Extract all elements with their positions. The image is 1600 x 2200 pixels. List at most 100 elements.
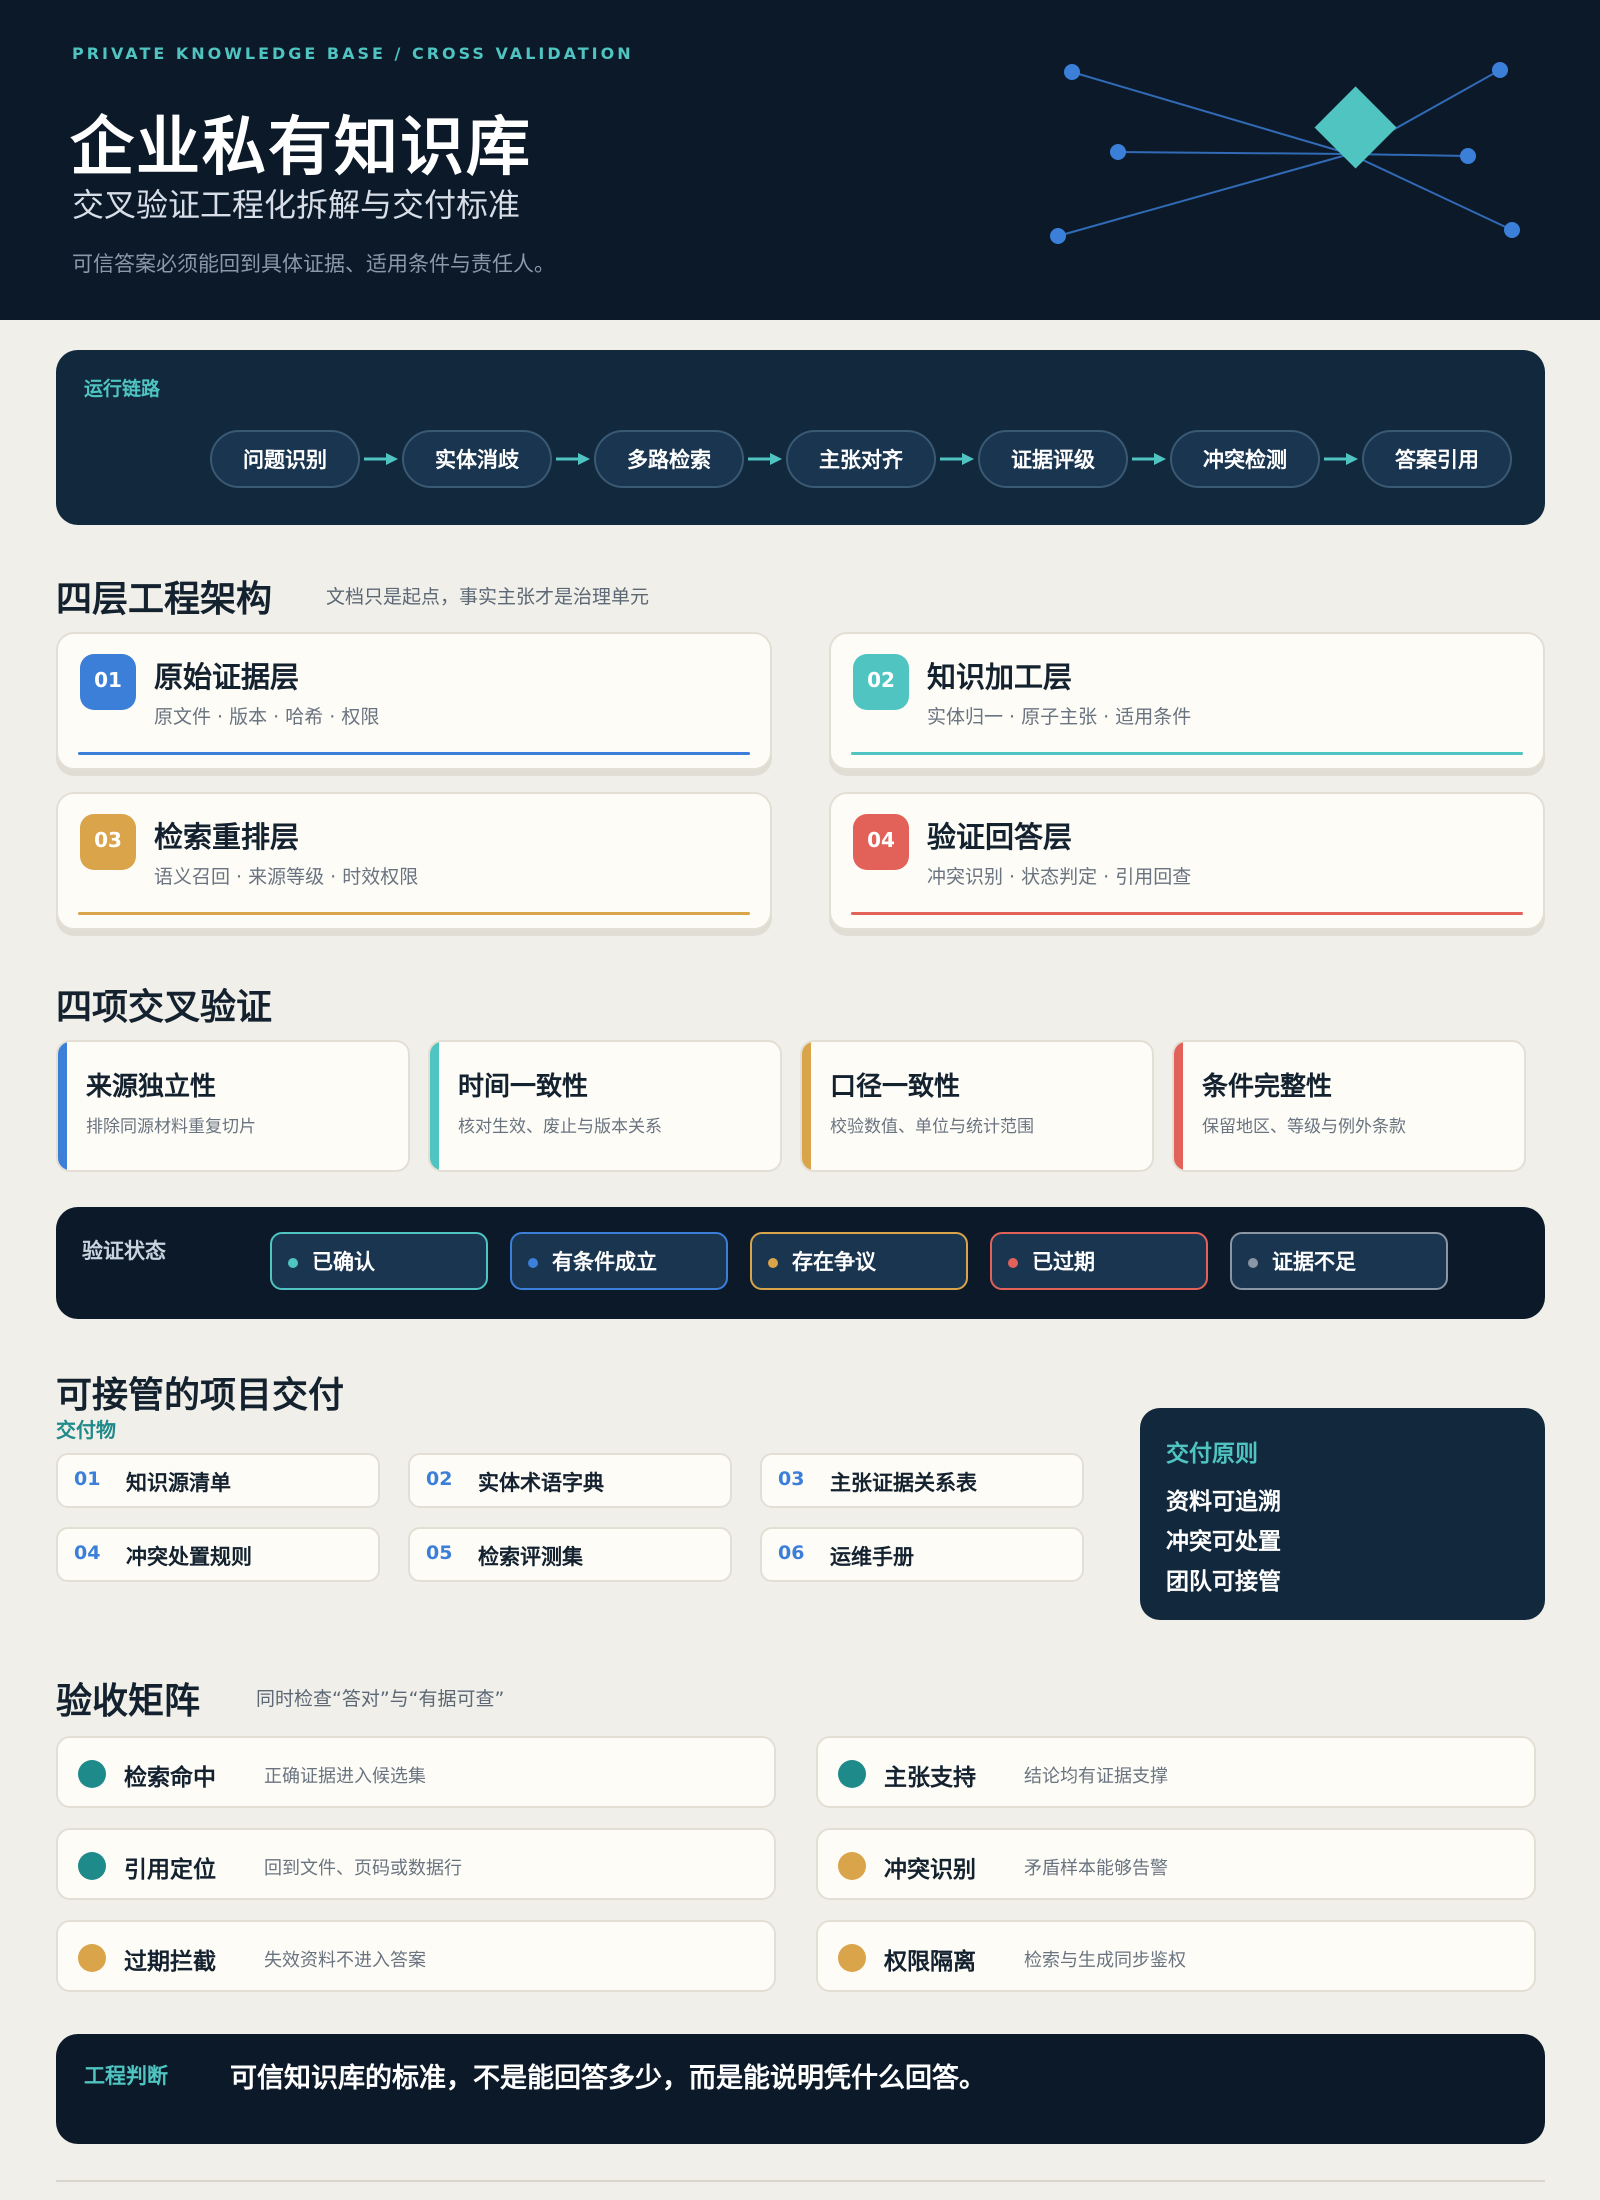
acceptance-item: 检索命中 正确证据进入候选集 bbox=[56, 1736, 776, 1808]
section-subtitle-layers: 文档只是起点，事实主张才是治理单元 bbox=[326, 586, 650, 608]
engineering-judgment-panel: 工程判断 可信知识库的标准，不是能回答多少，而是能说明凭什么回答。 bbox=[56, 2034, 1545, 2144]
deliverable-number: 02 bbox=[426, 1468, 453, 1490]
status-badge-label: 证据不足 bbox=[1272, 1250, 1356, 1274]
judgment-label: 工程判断 bbox=[84, 2064, 168, 2088]
pipeline-step: 问题识别 bbox=[210, 430, 360, 488]
arrow-right-icon bbox=[552, 430, 594, 488]
check-accent-bar bbox=[802, 1042, 811, 1170]
status-dot-icon bbox=[78, 1852, 106, 1880]
acceptance-item: 过期拦截 失效资料不进入答案 bbox=[56, 1920, 776, 1992]
deliverable-text: 冲突处置规则 bbox=[126, 1545, 252, 1569]
acceptance-name: 冲突识别 bbox=[884, 1857, 976, 1883]
status-dot-icon bbox=[288, 1258, 298, 1268]
principles-title: 交付原则 bbox=[1166, 1441, 1258, 1467]
layer-description: 冲突识别 · 状态判定 · 引用回查 bbox=[927, 866, 1192, 888]
check-description: 保留地区、等级与例外条款 bbox=[1202, 1117, 1406, 1137]
layer-number-badge: 02 bbox=[853, 654, 909, 710]
acceptance-item: 权限隔离 检索与生成同步鉴权 bbox=[816, 1920, 1536, 1992]
layer-card: 02 知识加工层 实体归一 · 原子主张 · 适用条件 bbox=[829, 632, 1545, 770]
acceptance-description: 失效资料不进入答案 bbox=[264, 1950, 426, 1971]
layer-accent-line bbox=[78, 752, 750, 755]
deliverable-item: 06 运维手册 bbox=[760, 1527, 1084, 1582]
layer-accent-line bbox=[78, 912, 750, 915]
status-badge: 证据不足 bbox=[1230, 1232, 1448, 1290]
status-dot-icon bbox=[528, 1258, 538, 1268]
acceptance-item: 冲突识别 矛盾样本能够告警 bbox=[816, 1828, 1536, 1900]
check-card: 条件完整性 保留地区、等级与例外条款 bbox=[1172, 1040, 1526, 1172]
status-badge: 有条件成立 bbox=[510, 1232, 728, 1290]
acceptance-name: 引用定位 bbox=[124, 1857, 216, 1883]
status-dot-icon bbox=[78, 1760, 106, 1788]
network-graph-icon bbox=[1050, 62, 1520, 244]
arrow-right-icon bbox=[1320, 430, 1362, 488]
layer-card: 01 原始证据层 原文件 · 版本 · 哈希 · 权限 bbox=[56, 632, 772, 770]
layer-card: 03 检索重排层 语义召回 · 来源等级 · 时效权限 bbox=[56, 792, 772, 930]
hero-eyebrow: PRIVATE KNOWLEDGE BASE / CROSS VALIDATIO… bbox=[72, 44, 634, 63]
layer-number-badge: 01 bbox=[80, 654, 136, 710]
validation-status-panel: 验证状态 已确认 有条件成立 存在争议 已过期 证据不足 bbox=[56, 1207, 1545, 1319]
check-title: 来源独立性 bbox=[86, 1072, 217, 1102]
section-title-acceptance: 验收矩阵 bbox=[56, 1681, 201, 1722]
layer-description: 语义召回 · 来源等级 · 时效权限 bbox=[154, 866, 419, 888]
check-accent-bar bbox=[58, 1042, 67, 1170]
section-subtitle-acceptance: 同时检查“答对”与“有据可查” bbox=[256, 1688, 505, 1710]
acceptance-name: 权限隔离 bbox=[884, 1949, 976, 1975]
acceptance-item: 主张支持 结论均有证据支撑 bbox=[816, 1736, 1536, 1808]
section-title-checks: 四项交叉验证 bbox=[56, 987, 273, 1028]
layer-title: 检索重排层 bbox=[154, 820, 300, 854]
acceptance-name: 主张支持 bbox=[884, 1765, 976, 1791]
status-badge: 已过期 bbox=[990, 1232, 1208, 1290]
principle-item: 团队可接管 bbox=[1166, 1569, 1281, 1595]
layer-title: 原始证据层 bbox=[154, 660, 300, 694]
delivery-principles-panel: 交付原则 资料可追溯 冲突可处置 团队可接管 bbox=[1140, 1408, 1545, 1620]
check-accent-bar bbox=[430, 1042, 439, 1170]
deliverable-item: 04 冲突处置规则 bbox=[56, 1527, 380, 1582]
section-title-layers: 四层工程架构 bbox=[56, 579, 273, 620]
layer-accent-line bbox=[851, 752, 1523, 755]
page-subtitle: 交叉验证工程化拆解与交付标准 bbox=[72, 186, 521, 224]
status-dot-icon bbox=[1008, 1258, 1018, 1268]
deliverable-text: 实体术语字典 bbox=[478, 1471, 604, 1495]
arrow-right-icon bbox=[1128, 430, 1170, 488]
deliverable-number: 03 bbox=[778, 1468, 805, 1490]
layer-title: 验证回答层 bbox=[927, 820, 1073, 854]
deliverable-number: 06 bbox=[778, 1542, 805, 1564]
status-badge-label: 已确认 bbox=[312, 1250, 375, 1274]
acceptance-description: 回到文件、页码或数据行 bbox=[264, 1858, 462, 1879]
check-title: 口径一致性 bbox=[830, 1072, 961, 1102]
layer-description: 实体归一 · 原子主张 · 适用条件 bbox=[927, 706, 1192, 728]
acceptance-description: 检索与生成同步鉴权 bbox=[1024, 1950, 1186, 1971]
acceptance-name: 检索命中 bbox=[124, 1765, 216, 1791]
check-accent-bar bbox=[1174, 1042, 1183, 1170]
acceptance-description: 矛盾样本能够告警 bbox=[1024, 1858, 1168, 1879]
check-description: 核对生效、废止与版本关系 bbox=[458, 1117, 662, 1137]
judgment-statement: 可信知识库的标准，不是能回答多少，而是能说明凭什么回答。 bbox=[230, 2063, 986, 2094]
pipeline-step: 主张对齐 bbox=[786, 430, 936, 488]
status-badge-label: 存在争议 bbox=[792, 1250, 876, 1274]
arrow-right-icon bbox=[360, 430, 402, 488]
check-card: 来源独立性 排除同源材料重复切片 bbox=[56, 1040, 410, 1172]
deliverable-text: 主张证据关系表 bbox=[830, 1471, 977, 1495]
status-badge: 已确认 bbox=[270, 1232, 488, 1290]
principle-item: 冲突可处置 bbox=[1166, 1529, 1281, 1555]
page-tagline: 可信答案必须能回到具体证据、适用条件与责任人。 bbox=[72, 252, 555, 276]
check-description: 校验数值、单位与统计范围 bbox=[830, 1117, 1034, 1137]
layer-description: 原文件 · 版本 · 哈希 · 权限 bbox=[154, 706, 380, 728]
deliverable-item: 02 实体术语字典 bbox=[408, 1453, 732, 1508]
deliverables-label: 交付物 bbox=[56, 1418, 116, 1442]
deliverable-text: 知识源清单 bbox=[126, 1471, 231, 1495]
section-title-delivery: 可接管的项目交付 bbox=[56, 1375, 345, 1416]
layer-number-badge: 04 bbox=[853, 814, 909, 870]
check-description: 排除同源材料重复切片 bbox=[86, 1117, 256, 1137]
deliverable-text: 检索评测集 bbox=[478, 1545, 583, 1569]
check-title: 条件完整性 bbox=[1202, 1072, 1333, 1102]
check-card: 时间一致性 核对生效、废止与版本关系 bbox=[428, 1040, 782, 1172]
acceptance-description: 正确证据进入候选集 bbox=[264, 1766, 426, 1787]
pipeline-steps: 问题识别 实体消歧 多路检索 主张对齐 证据评级 冲突检测 答案引用 bbox=[210, 430, 1512, 488]
check-title: 时间一致性 bbox=[458, 1072, 589, 1102]
status-label: 验证状态 bbox=[82, 1239, 166, 1263]
deliverable-number: 01 bbox=[74, 1468, 101, 1490]
layer-accent-line bbox=[851, 912, 1523, 915]
status-badge: 存在争议 bbox=[750, 1232, 968, 1290]
deliverable-item: 01 知识源清单 bbox=[56, 1453, 380, 1508]
